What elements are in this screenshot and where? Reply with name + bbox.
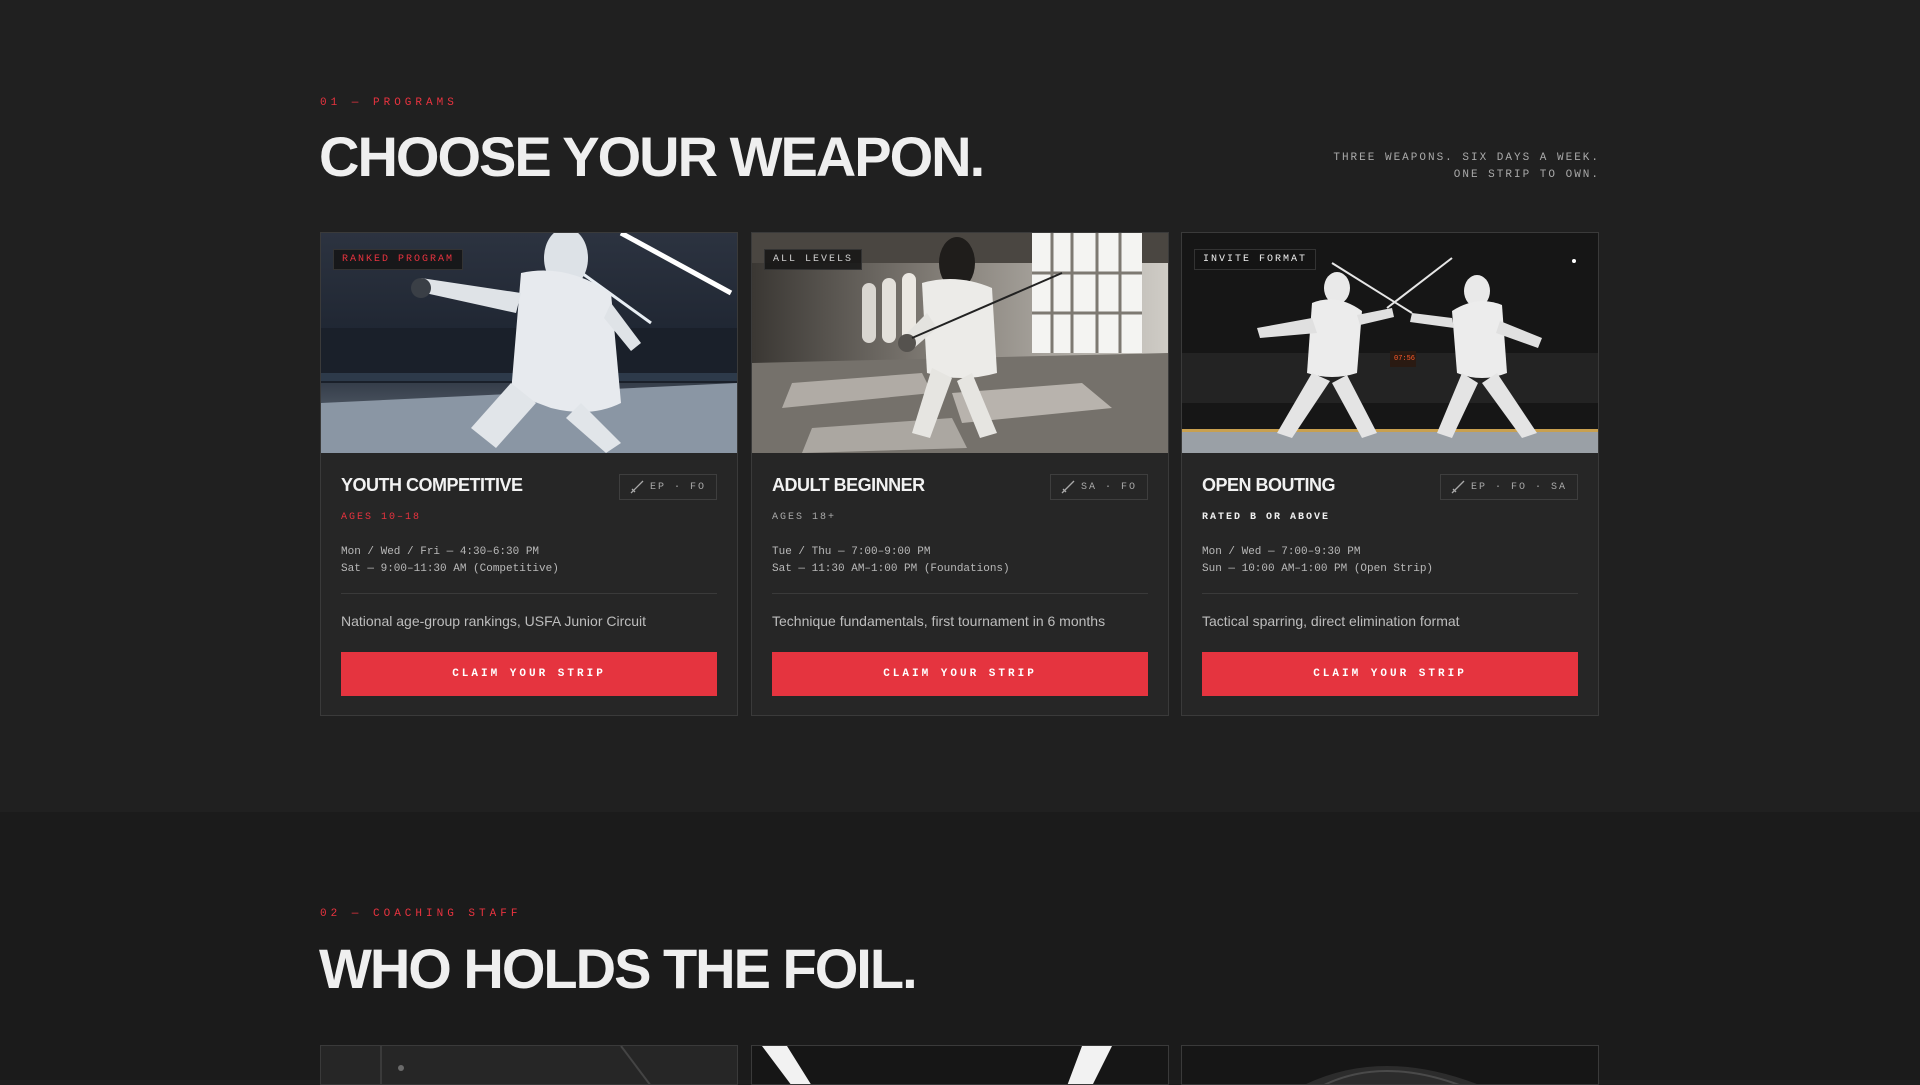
coach-photo [752,1046,1168,1084]
program-schedule: Mon / Wed / Fri — 4:30–6:30 PM Sat — 9:0… [341,544,559,578]
schedule-line: Mon / Wed — 7:00–9:30 PM [1202,546,1361,558]
program-title: ADULT BEGINNER [772,475,925,495]
program-title: OPEN BOUTING [1202,475,1336,495]
tagline-line-1: THREE WEAPONS. SIX DAYS A WEEK. [1333,152,1600,164]
programs-tagline: THREE WEAPONS. SIX DAYS A WEEK. ONE STRI… [1280,150,1600,184]
card-divider [772,593,1148,594]
program-schedule: Tue / Thu — 7:00–9:00 PM Sat — 11:30 AM–… [772,544,1010,578]
claim-strip-button[interactable]: CLAIM YOUR STRIP [341,652,717,696]
sword-icon [630,480,644,494]
program-photo: ALL LEVELS [752,233,1168,453]
weapons-tag: SA · FO [1049,474,1148,500]
schedule-line: Sun — 10:00 AM–1:00 PM (Open Strip) [1202,563,1434,575]
coaching-section: 02 — COACHING STAFF WHO HOLDS THE FOIL. [0,812,1920,1080]
coaching-eyebrow: 02 — COACHING STAFF [320,908,522,920]
sword-icon [1061,480,1075,494]
coaching-headline: WHO HOLDS THE FOIL. [319,937,918,1000]
coach-card[interactable] [1181,1045,1599,1085]
schedule-line: Sat — 11:30 AM–1:00 PM (Foundations) [772,563,1010,575]
program-ages: RATED B OR ABOVE [1202,512,1331,523]
program-title: YOUTH COMPETITIVE [341,475,523,495]
program-ages: AGES 18+ [772,512,837,523]
coach-card[interactable] [751,1045,1169,1085]
program-description: Technique fundamentals, first tournament… [772,613,1106,629]
weapons-label: EP · FO [649,481,706,493]
tagline-line-2: ONE STRIP TO OWN. [1453,169,1600,181]
program-card-adult-beginner: ALL LEVELS ADULT BEGINNER SA · FO AGES 1… [751,232,1169,716]
program-badge: INVITE FORMAT [1194,249,1317,270]
schedule-line: Sat — 9:00–11:30 AM (Competitive) [341,563,559,575]
weapons-label: EP · FO · SA [1470,481,1567,493]
weapons-tag: EP · FO [618,474,717,500]
svg-text:07:56: 07:56 [1394,355,1415,363]
claim-strip-button[interactable]: CLAIM YOUR STRIP [1202,652,1578,696]
program-ages: AGES 10–18 [341,512,422,523]
program-description: National age-group rankings, USFA Junior… [341,613,647,629]
coach-card[interactable] [320,1045,738,1085]
program-description: Tactical sparring, direct elimination fo… [1202,613,1460,629]
schedule-line: Mon / Wed / Fri — 4:30–6:30 PM [341,546,540,558]
program-badge: ALL LEVELS [764,249,863,270]
program-badge: RANKED PROGRAM [333,249,464,270]
weapons-tag: EP · FO · SA [1439,474,1578,500]
program-schedule: Mon / Wed — 7:00–9:30 PM Sun — 10:00 AM–… [1202,544,1433,578]
program-card-youth-competitive: RANKED PROGRAM YOUTH COMPETITIVE EP · FO… [320,232,738,716]
sword-icon [1451,480,1465,494]
claim-strip-button[interactable]: CLAIM YOUR STRIP [772,652,1148,696]
program-photo: RANKED PROGRAM [321,233,737,453]
programs-headline: CHOOSE YOUR WEAPON. [319,125,985,188]
weapons-label: SA · FO [1080,481,1137,493]
programs-section: 01 — PROGRAMS CHOOSE YOUR WEAPON. THREE … [0,0,1920,812]
programs-eyebrow: 01 — PROGRAMS [320,97,458,109]
program-photo: 07:56 INVITE FORMAT [1182,233,1598,453]
card-divider [1202,593,1578,594]
program-card-open-bouting: 07:56 INVITE FORMAT OPEN BOUTING EP · FO… [1181,232,1599,716]
card-divider [341,593,717,594]
coach-photo [1182,1046,1598,1084]
schedule-line: Tue / Thu — 7:00–9:00 PM [772,546,931,558]
coach-photo [321,1046,737,1084]
